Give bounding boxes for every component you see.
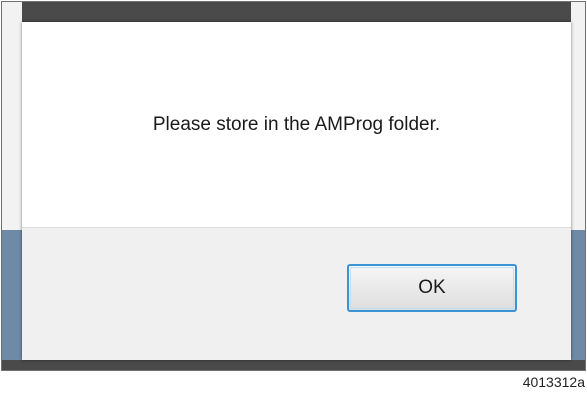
ok-button[interactable]: OK (347, 264, 517, 312)
screenshot-frame: Please store in the AMProg folder. OK (1, 1, 586, 371)
background-panel-right (571, 230, 585, 360)
dialog-message: Please store in the AMProg folder. (152, 113, 441, 135)
background-panel-left (2, 230, 22, 360)
background-window-right (571, 2, 585, 230)
dialog-footer: OK (22, 227, 571, 360)
background-window-left (2, 2, 22, 230)
figure-id: 4013312a (522, 374, 585, 390)
message-dialog: Please store in the AMProg folder. OK (22, 22, 571, 360)
